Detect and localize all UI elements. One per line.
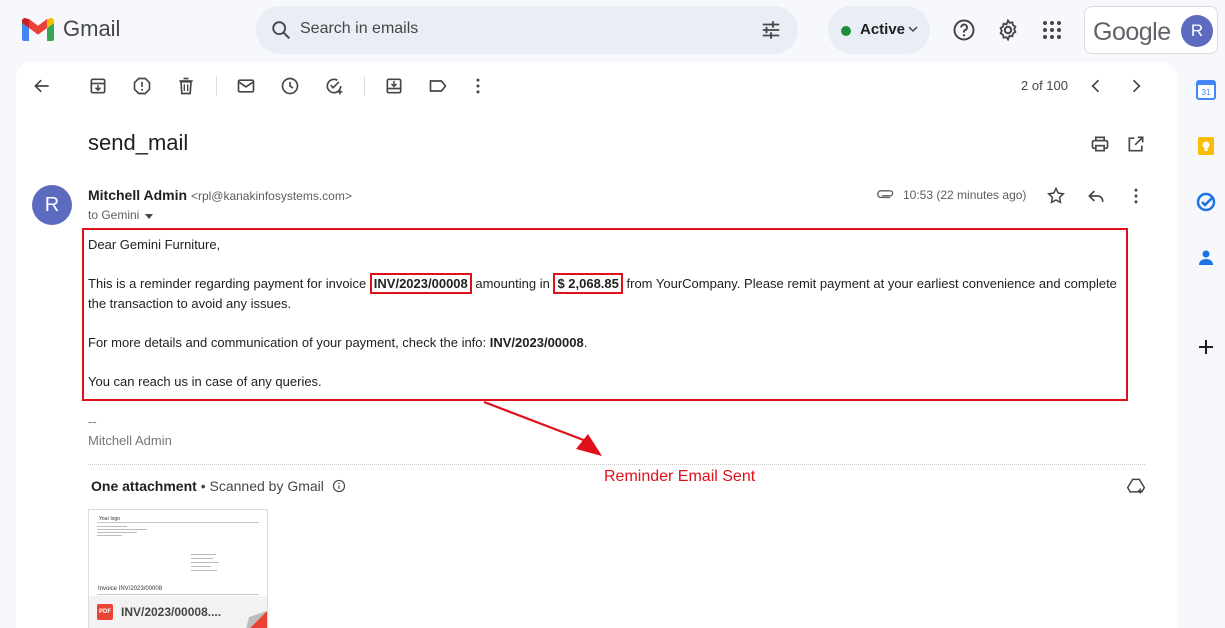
pdf-icon: PDF bbox=[97, 604, 113, 620]
signature-dash: -- bbox=[88, 414, 97, 429]
email-paragraph: You can reach us in case of any queries. bbox=[88, 374, 322, 389]
scan-status: • Scanned by Gmail bbox=[196, 478, 324, 494]
info-icon[interactable] bbox=[332, 479, 346, 493]
toolbar-divider bbox=[364, 76, 365, 96]
search-options-icon[interactable] bbox=[760, 19, 782, 41]
email-timestamp: 10:53 (22 minutes ago) bbox=[903, 188, 1027, 202]
gmail-m-icon bbox=[22, 17, 54, 41]
sender-name[interactable]: Mitchell Admin bbox=[88, 187, 187, 203]
search-input[interactable]: Search in emails bbox=[300, 20, 418, 38]
settings-icon[interactable] bbox=[996, 18, 1020, 42]
email-subject: send_mail bbox=[88, 130, 189, 155]
email-body: Dear Gemini Furniture, This is a reminde… bbox=[88, 235, 1128, 411]
attachment-clip-icon bbox=[877, 190, 894, 199]
pagination-count: 2 of 100 bbox=[1021, 78, 1068, 93]
print-icon[interactable] bbox=[1090, 134, 1110, 154]
signature-name: Mitchell Admin bbox=[88, 433, 172, 448]
status-selector[interactable]: Active bbox=[828, 6, 930, 54]
invoice-amount: $ 2,068.85 bbox=[553, 273, 623, 294]
email-paragraph: This is a reminder regarding payment for… bbox=[88, 273, 1128, 314]
account-switcher[interactable]: Google R bbox=[1084, 6, 1218, 54]
more-vert-icon[interactable] bbox=[468, 76, 488, 96]
attachment-count: One attachment bbox=[91, 478, 197, 494]
invoice-reference: INV/2023/00008 bbox=[489, 335, 584, 350]
page-curl-icon bbox=[246, 611, 267, 628]
label-icon[interactable] bbox=[428, 76, 448, 96]
sender-email: <rpl@kanakinfosystems.com> bbox=[190, 189, 352, 203]
attachment-divider bbox=[88, 464, 1145, 465]
recipient-line[interactable]: to Gemini bbox=[88, 208, 155, 222]
tasks-icon[interactable] bbox=[1196, 192, 1216, 212]
google-wordmark: Google bbox=[1093, 18, 1171, 46]
email-greeting: Dear Gemini Furniture, bbox=[88, 237, 221, 252]
attachments-header: One attachment • Scanned by Gmail bbox=[91, 478, 346, 494]
email-view: 2 of 100 send_mail R Mitchell Admin <rpl… bbox=[16, 62, 1177, 628]
toolbar-divider bbox=[216, 76, 217, 96]
open-in-new-window-icon[interactable] bbox=[1126, 134, 1146, 154]
apps-grid-icon[interactable] bbox=[1040, 18, 1064, 42]
mark-unread-icon[interactable] bbox=[236, 76, 256, 96]
add-task-icon[interactable] bbox=[324, 76, 344, 96]
top-bar: Gmail Search in emails Active Google R bbox=[0, 0, 1225, 62]
chevron-right-icon[interactable] bbox=[1126, 76, 1146, 96]
attachment-filename: INV/2023/00008.... bbox=[121, 605, 222, 619]
archive-icon[interactable] bbox=[88, 76, 108, 96]
invoice-number: INV/2023/00008 bbox=[369, 273, 472, 294]
status-dot bbox=[841, 26, 851, 36]
search-icon[interactable] bbox=[270, 19, 292, 41]
help-icon[interactable] bbox=[952, 18, 976, 42]
save-to-drive-icon[interactable] bbox=[1126, 476, 1146, 496]
sender-line[interactable]: Mitchell Admin <rpl@kanakinfosystems.com… bbox=[88, 187, 352, 203]
add-icon[interactable] bbox=[1196, 337, 1216, 357]
email-paragraph: For more details and communication of yo… bbox=[88, 335, 588, 350]
keep-icon[interactable] bbox=[1196, 136, 1216, 156]
move-to-icon[interactable] bbox=[384, 76, 404, 96]
chevron-left-icon[interactable] bbox=[1086, 76, 1106, 96]
preview-title: Invoice INV/2023/00008 bbox=[98, 586, 163, 592]
caret-down-icon[interactable] bbox=[143, 211, 155, 221]
email-signature: -- Mitchell Admin bbox=[88, 412, 172, 450]
delete-icon[interactable] bbox=[176, 76, 196, 96]
snooze-icon[interactable] bbox=[280, 76, 300, 96]
gmail-wordmark: Gmail bbox=[63, 16, 121, 41]
calendar-icon[interactable]: 31 bbox=[1196, 80, 1216, 100]
attachment-card[interactable]: Your logo Invoice INV/2023/00008 PDF INV… bbox=[88, 509, 268, 628]
annotation-label: Reminder Email Sent bbox=[604, 468, 756, 485]
back-arrow-icon[interactable] bbox=[32, 76, 52, 96]
gmail-logo[interactable]: Gmail bbox=[22, 16, 120, 42]
report-spam-icon[interactable] bbox=[132, 76, 152, 96]
recipient-label: to Gemini bbox=[88, 208, 140, 222]
status-label: Active bbox=[860, 21, 906, 38]
star-icon[interactable] bbox=[1046, 186, 1066, 206]
svg-text:31: 31 bbox=[1202, 88, 1211, 97]
annotation-arrow-icon bbox=[483, 400, 602, 456]
chevron-down-icon bbox=[908, 26, 918, 33]
sender-avatar[interactable]: R bbox=[32, 185, 72, 225]
avatar[interactable]: R bbox=[1181, 15, 1213, 47]
contacts-icon[interactable] bbox=[1196, 248, 1216, 268]
search-bar[interactable]: Search in emails bbox=[256, 6, 798, 54]
reply-icon[interactable] bbox=[1086, 186, 1106, 206]
more-vert-icon[interactable] bbox=[1126, 186, 1146, 206]
